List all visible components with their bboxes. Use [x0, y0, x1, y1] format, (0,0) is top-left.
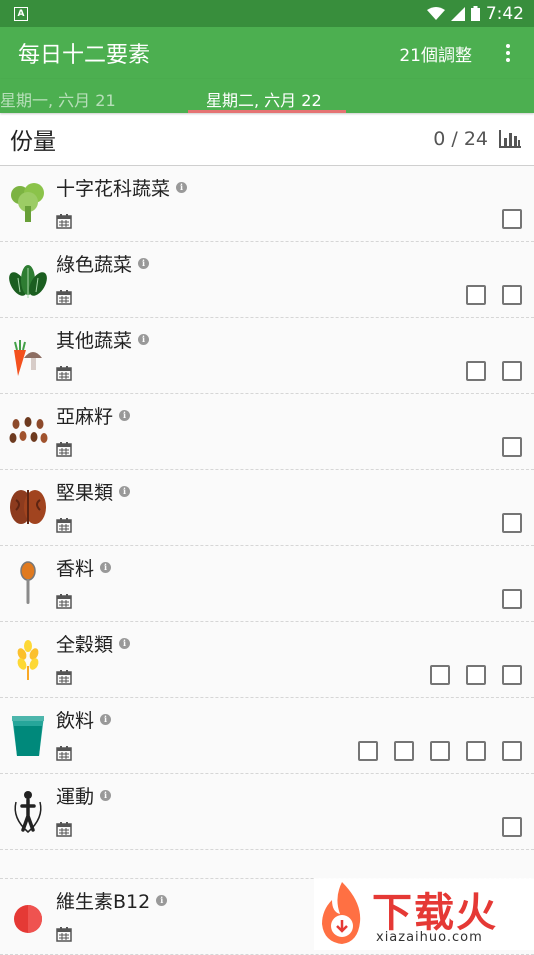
calendar-icon[interactable] [56, 289, 72, 305]
item-name: 全穀類 [56, 634, 114, 656]
tweaks-button[interactable]: 21個調整 [399, 41, 472, 66]
tab-current-day[interactable]: 星期二, 六月 22 [206, 87, 322, 111]
serving-checkbox[interactable] [502, 437, 522, 457]
section-title: 份量 [10, 129, 56, 155]
vitamin-pill-icon [14, 905, 42, 933]
list-item[interactable]: 運動 i [0, 774, 534, 850]
info-icon[interactable]: i [156, 895, 168, 906]
list-divider [0, 850, 534, 879]
item-name: 十字花科蔬菜 [56, 178, 171, 200]
serving-checkbox[interactable] [430, 665, 450, 685]
calendar-icon[interactable] [56, 517, 72, 533]
list-item[interactable]: 全穀類 i [0, 622, 534, 698]
item-name: 亞麻籽 [56, 406, 114, 428]
app-bar: 每日十二要素 21個調整 [0, 27, 534, 79]
calendar-icon[interactable] [56, 365, 72, 381]
serving-checkbox[interactable] [358, 741, 378, 761]
item-name: 維生素B12 [56, 891, 151, 913]
flaxseed-icon [9, 417, 48, 443]
calendar-icon[interactable] [56, 926, 72, 942]
serving-checkbox[interactable] [502, 361, 522, 381]
signal-icon [450, 6, 465, 21]
food-list: 十字花科蔬菜 i 綠色蔬菜 i 其他蔬菜 i 亞麻籽 i 堅果類 i 香料 i … [0, 166, 534, 955]
list-item[interactable]: 其他蔬菜 i [0, 318, 534, 394]
watermark: 下载火 xiazaihuo.com [314, 878, 534, 950]
item-name: 香料 [56, 558, 95, 580]
info-icon[interactable]: i [119, 638, 131, 649]
tab-previous-day[interactable]: 星期一, 六月 21 [0, 87, 116, 111]
app-title: 每日十二要素 [18, 43, 151, 68]
info-icon[interactable]: i [119, 410, 131, 421]
info-icon[interactable]: i [176, 182, 188, 193]
cup-icon [12, 716, 44, 756]
tab-indicator [188, 110, 346, 113]
servings-count: 0 / 24 [433, 128, 488, 150]
list-item[interactable]: 亞麻籽 i [0, 394, 534, 470]
watermark-url: xiazaihuo.com [376, 930, 483, 945]
broccoli-icon [11, 183, 44, 222]
more-vert-icon[interactable] [498, 44, 518, 62]
list-item[interactable]: 香料 i [0, 546, 534, 622]
status-time: 7:42 [485, 3, 524, 24]
calendar-icon[interactable] [56, 669, 72, 685]
serving-checkbox[interactable] [502, 817, 522, 837]
serving-checkbox[interactable] [466, 285, 486, 305]
jump-rope-icon [14, 791, 42, 833]
info-icon[interactable]: i [138, 334, 150, 345]
walnut-icon [10, 490, 46, 524]
date-tabs: 星期一, 六月 21 星期二, 六月 22 [0, 79, 534, 113]
info-icon[interactable]: i [100, 714, 112, 725]
battery-icon [470, 6, 480, 21]
list-item[interactable]: 綠色蔬菜 i [0, 242, 534, 318]
serving-checkbox[interactable] [466, 741, 486, 761]
serving-checkbox[interactable] [430, 741, 450, 761]
serving-checkbox[interactable] [502, 741, 522, 761]
item-name: 堅果類 [56, 482, 114, 504]
calendar-icon[interactable] [56, 441, 72, 457]
leafy-greens-icon [9, 265, 47, 298]
wheat-icon [17, 640, 39, 680]
calendar-icon[interactable] [56, 821, 72, 837]
item-name: 其他蔬菜 [56, 330, 133, 352]
status-bar: A 7:42 [0, 0, 534, 27]
serving-checkbox[interactable] [502, 285, 522, 305]
wifi-icon [426, 6, 445, 20]
serving-checkbox[interactable] [502, 589, 522, 609]
serving-checkbox[interactable] [466, 361, 486, 381]
list-item[interactable]: 十字花科蔬菜 i [0, 166, 534, 242]
item-name: 飲料 [56, 710, 95, 732]
info-icon[interactable]: i [100, 790, 112, 801]
serving-checkbox[interactable] [502, 513, 522, 533]
serving-checkbox[interactable] [502, 665, 522, 685]
calendar-icon[interactable] [56, 745, 72, 761]
info-icon[interactable]: i [119, 486, 131, 497]
serving-checkbox[interactable] [502, 209, 522, 229]
list-item[interactable]: 堅果類 i [0, 470, 534, 546]
servings-header: 份量 0 / 24 [0, 113, 534, 166]
notification-a-icon: A [14, 6, 28, 21]
calendar-icon[interactable] [56, 213, 72, 229]
carrot-mushroom-icon [14, 340, 42, 376]
list-item[interactable]: 飲料 i [0, 698, 534, 774]
flame-logo-icon [322, 882, 361, 944]
calendar-icon[interactable] [56, 593, 72, 609]
spice-spoon-icon [20, 561, 36, 604]
serving-checkbox[interactable] [466, 665, 486, 685]
item-name: 綠色蔬菜 [56, 254, 133, 276]
info-icon[interactable]: i [100, 562, 112, 573]
info-icon[interactable]: i [138, 258, 150, 269]
item-name: 運動 [56, 786, 95, 808]
serving-checkbox[interactable] [394, 741, 414, 761]
bar-chart-icon[interactable] [498, 129, 522, 149]
